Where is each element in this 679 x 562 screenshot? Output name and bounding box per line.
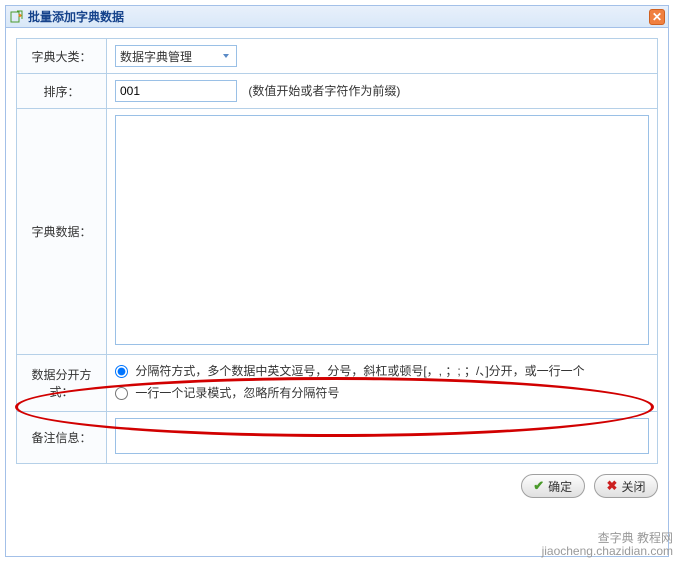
- sort-label: 排序：: [17, 74, 107, 109]
- ok-button[interactable]: ✔ 确定: [521, 474, 585, 498]
- close-button[interactable]: ✕: [649, 9, 665, 25]
- category-cell: 数据字典管理: [107, 39, 658, 74]
- watermark-line2: jiaocheng.chazidian.com: [542, 545, 673, 558]
- split-option-1-text: 分隔符方式，多个数据中英文逗号，分号，斜杠或顿号[，, ；; ；/、]分开，或一…: [135, 364, 584, 378]
- check-icon: ✔: [533, 478, 544, 494]
- split-option-1[interactable]: 分隔符方式，多个数据中英文逗号，分号，斜杠或顿号[，, ；; ；/、]分开，或一…: [115, 361, 649, 381]
- form-table: 字典大类： 数据字典管理 排序： (数值开始或者字符作为前缀): [16, 38, 658, 464]
- dialog-window: 批量添加字典数据 ✕ 字典大类： 数据字典管理 排序：: [5, 5, 669, 557]
- dialog-title: 批量添加字典数据: [28, 8, 124, 25]
- split-radio-group: 分隔符方式，多个数据中英文逗号，分号，斜杠或顿号[，, ；; ；/、]分开，或一…: [115, 361, 649, 403]
- split-label: 数据分开方式：: [17, 355, 107, 412]
- app-icon: [10, 10, 24, 24]
- data-textarea[interactable]: [115, 115, 649, 345]
- split-cell: 分隔符方式，多个数据中英文逗号，分号，斜杠或顿号[，, ；; ；/、]分开，或一…: [107, 355, 658, 412]
- data-cell: [107, 109, 658, 355]
- close-icon: ✕: [652, 10, 662, 24]
- remark-textarea[interactable]: [115, 418, 649, 454]
- sort-cell: (数值开始或者字符作为前缀): [107, 74, 658, 109]
- split-radio-1[interactable]: [115, 365, 128, 378]
- dialog-content: 字典大类： 数据字典管理 排序： (数值开始或者字符作为前缀): [6, 28, 668, 508]
- split-option-2-text: 一行一个记录模式，忽略所有分隔符号: [135, 386, 339, 400]
- sort-hint: (数值开始或者字符作为前缀): [248, 84, 400, 98]
- remark-label: 备注信息：: [17, 412, 107, 464]
- split-option-2[interactable]: 一行一个记录模式，忽略所有分隔符号: [115, 383, 649, 403]
- cancel-button[interactable]: ✖ 关闭: [594, 474, 658, 498]
- category-value: 数据字典管理: [120, 48, 192, 65]
- title-bar: 批量添加字典数据 ✕: [6, 6, 668, 28]
- data-label: 字典数据：: [17, 109, 107, 355]
- category-select[interactable]: 数据字典管理: [115, 45, 237, 67]
- chevron-down-icon: [218, 48, 234, 64]
- category-label: 字典大类：: [17, 39, 107, 74]
- cancel-icon: ✖: [607, 478, 618, 494]
- cancel-button-label: 关闭: [621, 478, 645, 495]
- button-bar: ✔ 确定 ✖ 关闭: [16, 464, 658, 498]
- split-radio-2[interactable]: [115, 387, 128, 400]
- sort-input[interactable]: [115, 80, 237, 102]
- ok-button-label: 确定: [548, 478, 572, 495]
- watermark: 查字典 教程网 jiaocheng.chazidian.com: [542, 532, 673, 558]
- remark-cell: [107, 412, 658, 464]
